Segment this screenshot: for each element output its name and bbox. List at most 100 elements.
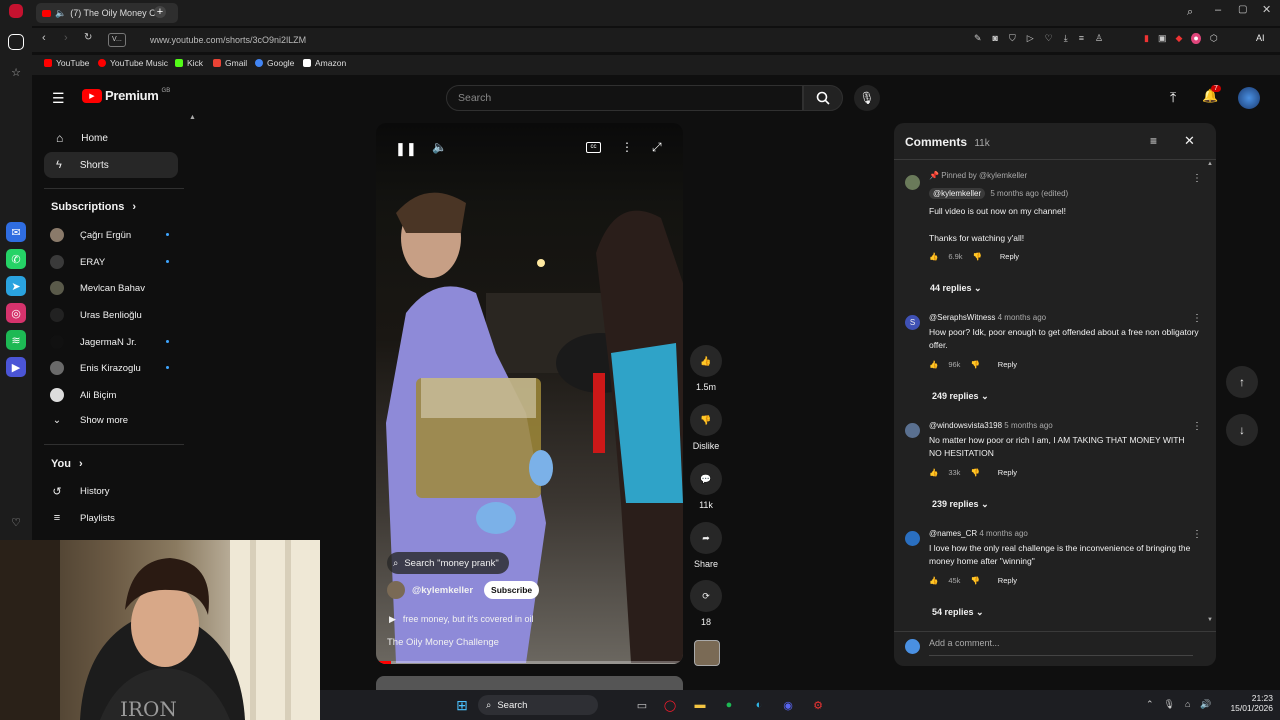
like-icon[interactable]: 👍 (690, 345, 722, 377)
shorts-video-player[interactable]: ❚❚ 🔈 cc ⋮ ⤢ ⌕ Search "money prank" @kyle… (376, 123, 683, 664)
comment-menu-icon[interactable]: ⋮ (1192, 313, 1202, 324)
edge-icon[interactable]: ◐ (750, 696, 768, 714)
volume-icon[interactable]: 🔈 (432, 140, 447, 154)
telegram-icon[interactable]: ➤ (6, 276, 26, 296)
replies-toggle[interactable]: 44 replies ⌄ (930, 283, 982, 294)
extension-ublock-icon[interactable]: ◆ (1175, 33, 1182, 44)
comment-menu-icon[interactable]: ⋮ (1192, 529, 1202, 540)
comment-author[interactable]: @names_CR (929, 529, 977, 538)
spotify-taskbar-icon[interactable]: ● (720, 696, 738, 714)
network-icon[interactable]: ⌂ (1185, 699, 1190, 710)
player-icon[interactable]: ▶ (6, 357, 26, 377)
sidebar-item-home[interactable]: ⌂ Home (44, 125, 178, 151)
audio-row[interactable]: ▶ free money, but it's covered in oil (389, 614, 534, 625)
edit-icon[interactable]: ✎ (974, 33, 982, 44)
camera-icon[interactable]: ◙ (993, 33, 998, 44)
bookmark-amazon[interactable]: Amazon (303, 58, 346, 68)
file-explorer-icon[interactable]: ▬ (691, 696, 709, 714)
instagram-icon[interactable]: ◎ (6, 303, 26, 323)
heart-icon[interactable]: ♡ (6, 512, 26, 532)
comment-author[interactable]: @SeraphsWitness (929, 313, 995, 322)
mic-tray-icon[interactable]: 🎙 (1164, 699, 1175, 710)
scroll-down-icon[interactable]: ▼ (1207, 617, 1213, 623)
upload-icon[interactable]: ⤒ (1170, 89, 1176, 106)
dislike-icon[interactable]: 👎 (690, 404, 722, 436)
next-short-button[interactable]: ↓ (1226, 414, 1258, 446)
comment-menu-icon[interactable]: ⋮ (1192, 173, 1202, 184)
next-short-preview[interactable] (376, 676, 683, 690)
dislike-action[interactable]: 👎 Dislike (686, 404, 726, 451)
heart-outline-icon[interactable]: ♡ (1045, 33, 1053, 44)
hamburger-icon[interactable]: ☰ (52, 90, 65, 107)
like-action[interactable]: 👍 1.5m (686, 345, 726, 392)
bookmark-youtube[interactable]: YouTube (44, 58, 89, 68)
previous-short-button[interactable]: ↑ (1226, 366, 1258, 398)
replies-toggle[interactable]: 239 replies ⌄ (932, 499, 989, 510)
dislike-icon[interactable]: 👎 (970, 576, 979, 585)
back-icon[interactable]: ‹ (42, 32, 46, 44)
like-icon[interactable]: 👍 (929, 252, 938, 261)
messenger-icon[interactable]: ✉ (6, 222, 26, 242)
share-icon[interactable]: ➦ (690, 522, 722, 554)
task-view-icon[interactable]: ▭ (633, 696, 651, 714)
avatar[interactable] (905, 531, 920, 546)
avatar[interactable] (905, 423, 920, 438)
search-button[interactable] (803, 85, 843, 111)
comment-author[interactable]: @kylemkeller (929, 188, 986, 199)
avatar[interactable]: S (905, 315, 920, 330)
progress-track[interactable] (376, 661, 683, 664)
extension-twitch-icon[interactable]: ▣ (1158, 33, 1167, 44)
bookmark-gmail[interactable]: Gmail (213, 58, 247, 68)
close-comments-icon[interactable]: ✕ (1184, 133, 1195, 149)
opera-taskbar-icon[interactable]: ◯ (661, 696, 679, 714)
clock[interactable]: 21:23 15/01/2026 (1225, 693, 1273, 713)
speaker-icon[interactable]: 🔈 (55, 8, 66, 19)
star-icon[interactable]: ☆ (6, 62, 26, 82)
remix-action[interactable]: ⟳ 18 (686, 580, 726, 627)
dislike-icon[interactable]: 👎 (973, 252, 982, 261)
ai-button[interactable]: AI (1256, 33, 1265, 43)
account-avatar[interactable] (1238, 87, 1260, 109)
volume-tray-icon[interactable]: 🔊 (1200, 699, 1211, 710)
audio-thumbnail[interactable] (694, 640, 720, 666)
extension-pink-icon[interactable]: ● (1191, 33, 1201, 44)
comment-icon[interactable]: 💬 (690, 463, 722, 495)
new-tab-icon[interactable]: + (154, 6, 166, 18)
search-suggestion-chip[interactable]: ⌕ Search "money prank" (387, 552, 509, 574)
profile-icon[interactable]: ♙ (1095, 33, 1103, 44)
search-input[interactable]: Search (446, 85, 803, 111)
replies-toggle[interactable]: 249 replies ⌄ (932, 391, 989, 402)
sidebar-item-playlists[interactable]: ≡ Playlists (50, 512, 170, 524)
menu-icon[interactable]: ≡ (1079, 33, 1084, 44)
reload-icon[interactable]: ↻ (84, 32, 92, 43)
fullscreen-icon[interactable]: ⤢ (652, 140, 662, 155)
taskbar-search[interactable]: ⌕ Search (478, 695, 598, 715)
add-comment-input[interactable]: Add a comment... (929, 638, 1193, 656)
sidebar-item-history[interactable]: ↺ History (50, 485, 170, 498)
windows-start-icon[interactable]: ⊞ (453, 696, 471, 714)
mic-button[interactable]: 🎙 (854, 85, 880, 111)
play-icon[interactable]: ▷ (1027, 33, 1034, 44)
reply-button[interactable]: Reply (998, 360, 1017, 369)
you-heading[interactable]: You › (51, 458, 83, 470)
opera-logo-icon[interactable] (9, 4, 23, 18)
whatsapp-icon[interactable]: ✆ (6, 249, 26, 269)
reply-button[interactable]: Reply (1000, 252, 1019, 261)
discord-icon[interactable]: ◉ (779, 696, 797, 714)
extension-box-icon[interactable]: ⬡ (1210, 33, 1218, 44)
tray-chevron-icon[interactable]: ⌃ (1146, 699, 1154, 710)
subscription-item[interactable]: Uras Benlioğlu (50, 308, 170, 322)
scroll-up-icon[interactable]: ▲ (1207, 161, 1213, 167)
avatar[interactable] (905, 175, 920, 190)
extension-red-icon[interactable]: ▮ (1144, 33, 1149, 44)
search-tabs-icon[interactable]: ⌕ (1187, 6, 1193, 19)
show-more-button[interactable]: ⌄ Show more (50, 415, 170, 426)
captions-icon[interactable]: cc (586, 142, 601, 153)
maximize-icon[interactable]: ▢ (1238, 4, 1247, 15)
shield-icon[interactable]: ⛉ (1009, 33, 1016, 44)
comment-menu-icon[interactable]: ⋮ (1192, 421, 1202, 432)
reply-button[interactable]: Reply (998, 468, 1017, 477)
spotify-icon[interactable]: ≋ (6, 330, 26, 350)
subscription-item[interactable]: Enis Kirazoglu (50, 361, 170, 375)
minimize-icon[interactable]: – (1215, 4, 1221, 16)
